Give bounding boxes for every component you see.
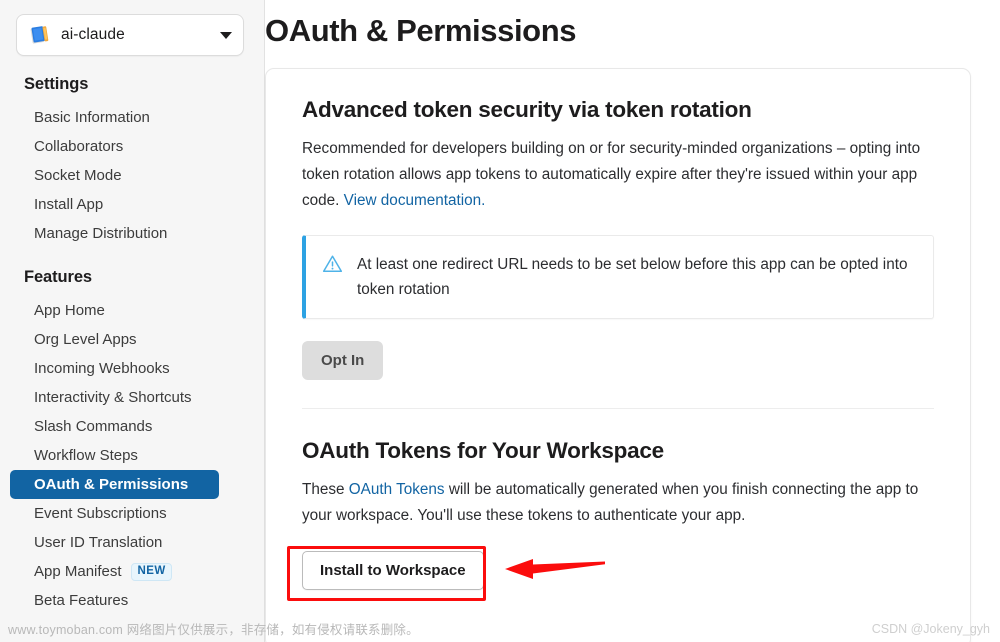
sidebar-item-interactivity-shortcuts[interactable]: Interactivity & Shortcuts [10, 383, 250, 412]
section-token-rotation: Advanced token security via token rotati… [302, 97, 934, 380]
sidebar-item-label: Socket Mode [34, 166, 122, 184]
watermark-left: www.toymoban.com 网络图片仅供展示，非存储，如有侵权请联系删除。 [8, 623, 419, 637]
section-title-token-rotation: Advanced token security via token rotati… [302, 97, 752, 122]
main-content: OAuth & Permissions Advanced token secur… [265, 0, 1000, 642]
app-selector-label: ai-claude [61, 26, 125, 43]
sidebar-item-oauth-permissions[interactable]: OAuth & Permissions [10, 470, 219, 499]
sidebar-item-event-subscriptions[interactable]: Event Subscriptions [10, 499, 250, 528]
sidebar-item-slash-commands[interactable]: Slash Commands [10, 412, 250, 441]
chevron-down-icon[interactable] [220, 31, 232, 39]
app-book-icon [29, 24, 51, 46]
sidebar-item-label: App Home [34, 301, 105, 319]
sidebar-item-label: Collaborators [34, 137, 124, 155]
sidebar-item-label: OAuth & Permissions [34, 475, 189, 493]
sidebar-item-label: Slash Commands [34, 417, 153, 435]
sidebar-group-features: Features App Home Org Level Apps Incomin… [0, 268, 264, 615]
section-title-oauth-tokens: OAuth Tokens for Your Workspace [302, 438, 664, 463]
sidebar-item-label: Incoming Webhooks [34, 359, 170, 377]
sidebar-nav: Settings Basic Information Collaborators… [0, 75, 264, 615]
sidebar-item-label: Basic Information [34, 108, 150, 126]
sidebar-item-manage-distribution[interactable]: Manage Distribution [10, 219, 250, 248]
sidebar-item-label: Org Level Apps [34, 330, 137, 348]
sidebar-item-app-manifest[interactable]: App Manifest NEW [10, 557, 250, 586]
section-body-oauth-tokens: These OAuth Tokens will be automatically… [302, 477, 934, 529]
sidebar-item-org-level-apps[interactable]: Org Level Apps [10, 325, 250, 354]
settings-card: Advanced token security via token rotati… [265, 68, 971, 642]
watermark-right: CSDN @Jokeny_gyh [871, 622, 990, 636]
sidebar-item-collaborators[interactable]: Collaborators [10, 132, 250, 161]
sidebar-item-socket-mode[interactable]: Socket Mode [10, 161, 250, 190]
sidebar-item-app-home[interactable]: App Home [10, 296, 250, 325]
section-oauth-tokens: OAuth Tokens for Your Workspace These OA… [302, 438, 934, 590]
sidebar: ai-claude Settings Basic Information Col… [0, 0, 265, 642]
install-to-workspace-button[interactable]: Install to Workspace [302, 551, 484, 590]
sidebar-item-label: User ID Translation [34, 533, 163, 551]
sidebar-item-label: Manage Distribution [34, 224, 168, 242]
app-root: ai-claude Settings Basic Information Col… [0, 0, 1000, 642]
sidebar-heading-features: Features [24, 268, 92, 286]
section-body-prefix: These [302, 481, 349, 498]
redirect-url-alert: At least one redirect URL needs to be se… [302, 235, 934, 319]
app-selector-dropdown[interactable]: ai-claude [16, 14, 244, 56]
opt-in-button[interactable]: Opt In [302, 341, 384, 380]
status-badge-new: NEW [130, 562, 172, 581]
section-divider [302, 408, 934, 409]
sidebar-item-label: Install App [34, 195, 104, 213]
sidebar-item-label: Workflow Steps [34, 446, 138, 464]
sidebar-item-workflow-steps[interactable]: Workflow Steps [10, 441, 250, 470]
sidebar-item-basic-information[interactable]: Basic Information [10, 103, 250, 132]
sidebar-group-settings: Settings Basic Information Collaborators… [0, 75, 264, 248]
page-title: OAuth & Permissions [265, 13, 577, 48]
warning-triangle-icon [322, 254, 344, 279]
section-body-token-rotation: Recommended for developers building on o… [302, 136, 934, 214]
alert-message: At least one redirect URL needs to be se… [357, 256, 908, 298]
sidebar-item-label: App Manifest [34, 562, 122, 580]
sidebar-heading-settings: Settings [24, 75, 89, 93]
view-documentation-link[interactable]: View documentation. [344, 192, 486, 209]
sidebar-item-label: Beta Features [34, 591, 129, 609]
sidebar-item-user-id-translation[interactable]: User ID Translation [10, 528, 250, 557]
oauth-tokens-link[interactable]: OAuth Tokens [349, 481, 445, 498]
sidebar-item-label: Event Subscriptions [34, 504, 167, 522]
sidebar-item-label: Interactivity & Shortcuts [34, 388, 192, 406]
sidebar-item-beta-features[interactable]: Beta Features [10, 586, 250, 615]
sidebar-item-install-app[interactable]: Install App [10, 190, 250, 219]
sidebar-item-incoming-webhooks[interactable]: Incoming Webhooks [10, 354, 250, 383]
